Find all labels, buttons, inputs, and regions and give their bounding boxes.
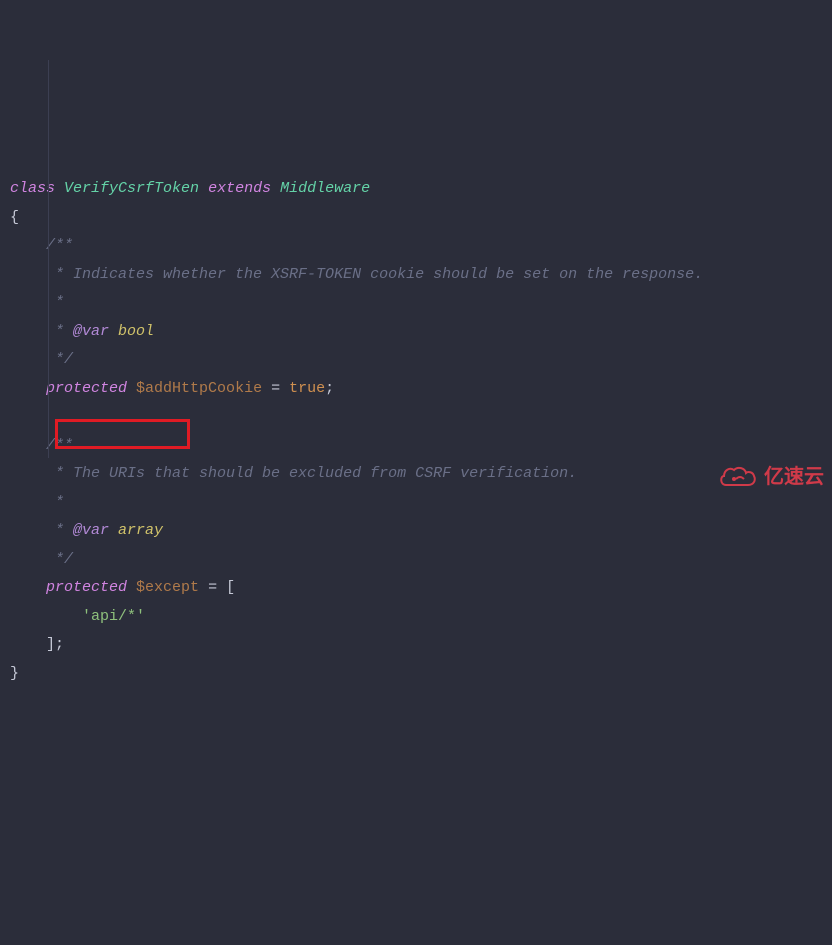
docblock-line: * Indicates whether the XSRF-TOKEN cooki… bbox=[46, 266, 703, 283]
docblock-close: */ bbox=[46, 351, 73, 368]
watermark: 亿速云 bbox=[718, 458, 824, 496]
modifier-protected: protected bbox=[46, 380, 127, 397]
docblock-type: array bbox=[109, 522, 163, 539]
docblock-blank: * bbox=[46, 494, 64, 511]
docblock-line: * The URIs that should be excluded from … bbox=[46, 465, 577, 482]
operator-assign-bracket: = [ bbox=[199, 579, 235, 596]
docblock-at-var: @var bbox=[73, 522, 109, 539]
docblock-tag-prefix: * bbox=[46, 323, 73, 340]
class-name: VerifyCsrfToken bbox=[64, 180, 199, 197]
docblock-type: bool bbox=[109, 323, 154, 340]
docblock-at-var: @var bbox=[73, 323, 109, 340]
variable-except: $except bbox=[136, 579, 199, 596]
docblock-open: /** bbox=[46, 237, 73, 254]
semicolon: ; bbox=[325, 380, 334, 397]
docblock-close: */ bbox=[46, 551, 73, 568]
docblock-tag-prefix: * bbox=[46, 522, 73, 539]
watermark-text: 亿速云 bbox=[764, 458, 824, 496]
boolean-true: true bbox=[289, 380, 325, 397]
brace-open: { bbox=[10, 209, 19, 226]
modifier-protected: protected bbox=[46, 579, 127, 596]
parent-class: Middleware bbox=[280, 180, 370, 197]
bracket-close: ]; bbox=[46, 636, 64, 653]
code-block: class VerifyCsrfToken extends Middleware… bbox=[10, 175, 822, 688]
docblock-open: /** bbox=[46, 437, 73, 454]
keyword-extends: extends bbox=[208, 180, 271, 197]
brace-close: } bbox=[10, 665, 19, 682]
variable-addhttpcookie: $addHttpCookie bbox=[136, 380, 262, 397]
cloud-icon bbox=[718, 463, 758, 491]
string-api-pattern: 'api/*' bbox=[82, 608, 145, 625]
operator-assign: = bbox=[262, 380, 289, 397]
